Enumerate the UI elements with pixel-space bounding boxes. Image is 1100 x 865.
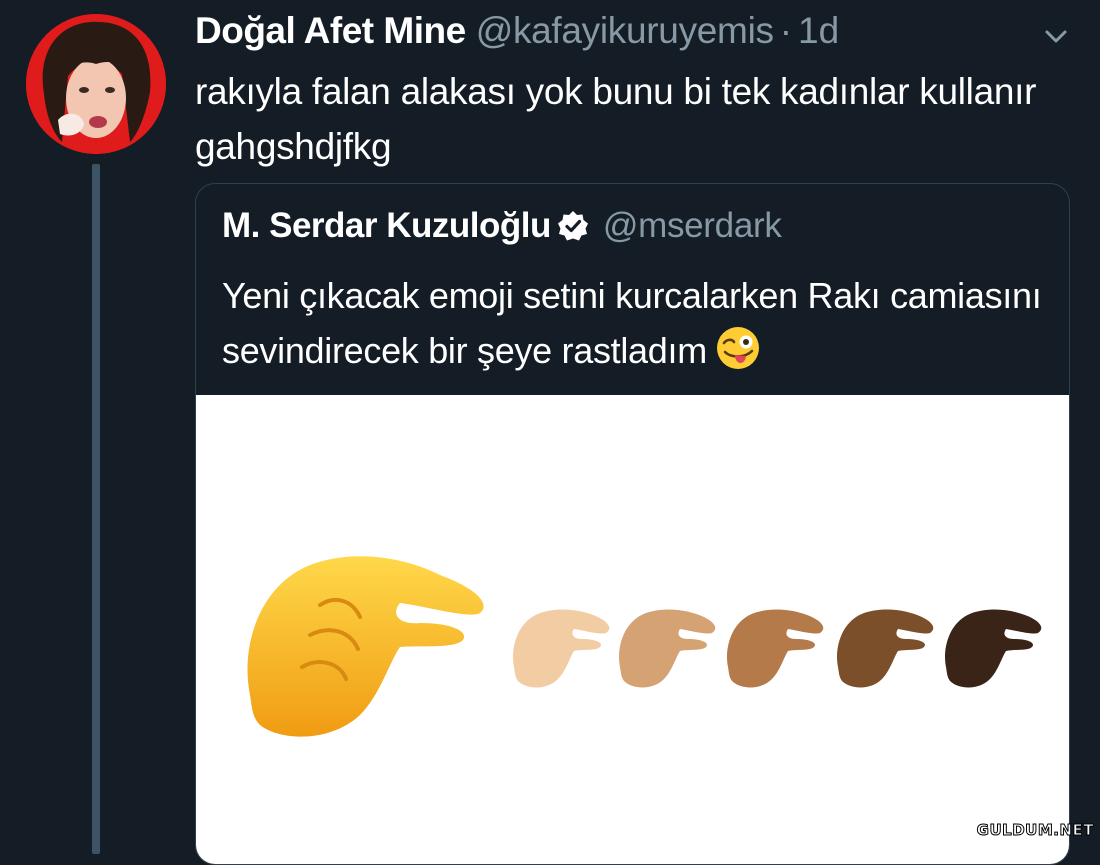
pinching-hand-emoji-dark — [945, 609, 1042, 688]
tweet-menu-button[interactable] — [1036, 16, 1076, 56]
thread-line — [92, 164, 100, 854]
quoted-tweet-header: M. Serdar Kuzuloğlu @mserdark — [222, 206, 782, 246]
quoted-tweet-text-content: Yeni çıkacak emoji setini kurcalarken Ra… — [222, 275, 1042, 371]
pinching-hand-emoji-light — [513, 609, 610, 688]
pinching-hand-emoji-medium — [727, 609, 824, 688]
author-handle[interactable]: @kafayikuruyemis — [476, 10, 774, 52]
chevron-down-icon — [1045, 30, 1067, 43]
quoted-tweet-card[interactable]: M. Serdar Kuzuloğlu @mserdark Yeni çıkac… — [195, 183, 1070, 865]
pinching-hand-emoji-yellow — [247, 556, 484, 737]
quoted-author-handle: @mserdark — [602, 206, 782, 245]
pinching-hand-emoji-medium-dark — [837, 609, 934, 688]
author-display-name[interactable]: Doğal Afet Mine — [195, 10, 466, 52]
quoted-tweet-media[interactable] — [196, 395, 1069, 864]
tweet-text: rakıyla falan alakası yok bunu bi tek ka… — [195, 71, 1037, 167]
winking-face-with-tongue-emoji — [716, 327, 759, 369]
separator-dot: · — [779, 10, 793, 51]
tweet-timestamp[interactable]: 1d — [798, 10, 839, 52]
watermark: GULDUM.NET — [976, 821, 1094, 840]
avatar[interactable] — [26, 14, 166, 154]
pinching-hand-emoji-medium-light — [619, 609, 716, 688]
quoted-author-display-name: M. Serdar Kuzuloğlu — [222, 206, 551, 245]
tweet-header: Doğal Afet Mine @kafayikuruyemis · 1d — [195, 10, 839, 58]
verified-badge-icon — [557, 211, 588, 241]
avatar-image — [26, 14, 166, 154]
quoted-tweet-text: Yeni çıkacak emoji setini kurcalarken Ra… — [222, 268, 1052, 378]
